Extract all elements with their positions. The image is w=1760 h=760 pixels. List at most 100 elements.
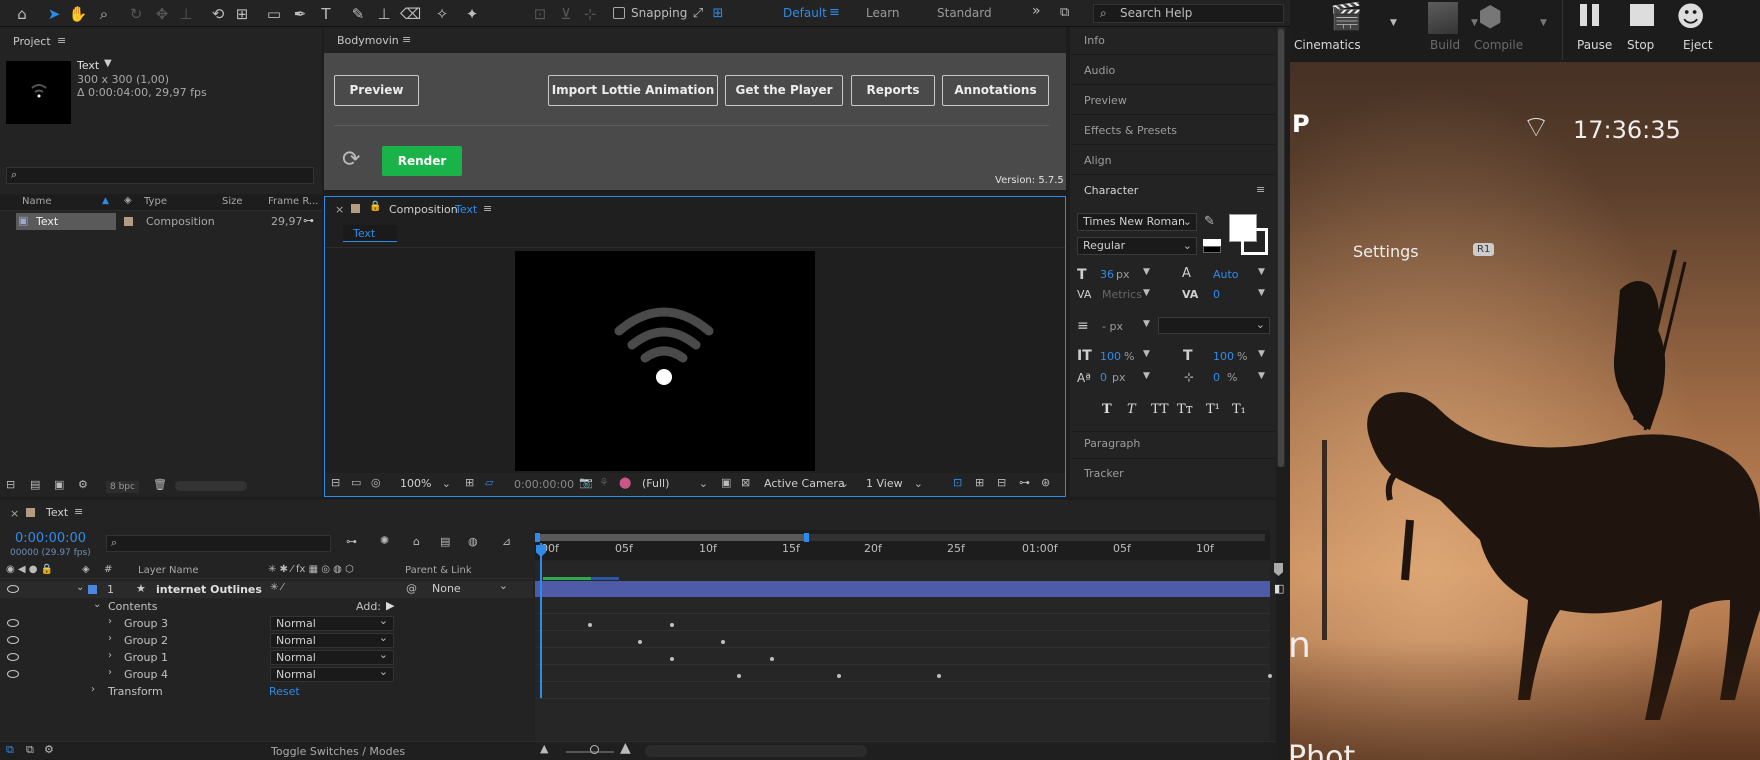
resolution-dropdown[interactable]: (Full) ⌄ (637, 476, 712, 492)
brush-tool-icon[interactable]: ✎ (348, 4, 368, 24)
blend-mode-dropdown[interactable]: Normal (270, 614, 394, 631)
expand-group-icon[interactable]: › (108, 650, 112, 661)
cinematics-dropdown-icon[interactable]: ▼ (1390, 18, 1397, 28)
contents-row[interactable]: ⌄ Contents Add: ▶ (0, 598, 533, 615)
rotate-tool-icon[interactable]: ↻ (126, 4, 146, 24)
views-dropdown[interactable]: 1 View ⌄ (861, 476, 927, 492)
visibility-eye-icon[interactable] (7, 636, 19, 644)
snapshot-icon[interactable]: 📷 (579, 476, 593, 489)
comp-header-name[interactable]: Text (455, 203, 477, 216)
group-row[interactable]: › Group 2 Normal (0, 631, 533, 649)
subscript-icon[interactable]: T₁ (1232, 402, 1246, 417)
roto-brush-icon[interactable]: ✧ (432, 4, 452, 24)
eject-button-label[interactable]: Eject (1683, 38, 1713, 52)
snap-options-icon[interactable]: ⤢ (688, 4, 708, 24)
always-preview-icon[interactable]: ⊟ (331, 476, 340, 489)
keyframe[interactable] (721, 640, 725, 644)
layer-label-swatch[interactable] (88, 585, 97, 594)
item-dropdown-icon[interactable]: ▼ (104, 58, 112, 69)
new-folder-icon[interactable]: ▤ (30, 478, 40, 491)
stroke-style-dropdown[interactable]: ⌄ (1158, 317, 1270, 334)
reset-link[interactable]: Reset (269, 685, 300, 698)
compile-dropdown-icon[interactable]: ▼ (1540, 18, 1547, 28)
tsume-dropdown-icon[interactable]: ▼ (1258, 371, 1265, 381)
compile-icon[interactable]: ⬢ (1478, 0, 1502, 33)
monitor-icon[interactable]: ▭ (351, 476, 361, 489)
visibility-eye-icon[interactable] (7, 670, 19, 678)
axis-view-icon[interactable]: ⊹ (580, 4, 600, 24)
keyframe[interactable] (937, 674, 941, 678)
timeline-horizontal-scrollbar[interactable] (645, 745, 867, 757)
layer-name[interactable]: internet Outlines (156, 583, 262, 596)
camera-dropdown[interactable]: Active Camera ⌄ (759, 476, 853, 492)
annotations-button[interactable]: Annotations (942, 75, 1049, 106)
layer-name-col[interactable]: Layer Name (138, 565, 199, 576)
close-timeline-icon[interactable]: × (10, 507, 19, 520)
eraser-tool-icon[interactable]: ⌫ (400, 4, 421, 24)
exposure-reset-icon[interactable]: ⊛ (1041, 476, 1050, 489)
character-menu-icon[interactable]: ≡ (1256, 183, 1265, 196)
vertical-scale-value[interactable]: 100 (1100, 350, 1121, 363)
build-button-label[interactable]: Build (1430, 38, 1460, 52)
graph-editor-icon[interactable]: ⊿ (502, 535, 511, 548)
timeline-icon[interactable]: ⊟ (997, 476, 1006, 489)
comp-tab[interactable]: Text (343, 225, 397, 242)
refresh-icon[interactable]: ⟳ (342, 147, 360, 172)
group-name[interactable]: Group 1 (124, 651, 168, 664)
leading-dropdown-icon[interactable]: ▼ (1258, 267, 1265, 277)
horizontal-scale-value[interactable]: 100 (1213, 350, 1234, 363)
pan-behind-icon[interactable]: ✥ (152, 4, 172, 24)
kerning-dropdown-icon[interactable]: ▼ (1143, 288, 1150, 298)
stroke-width-value[interactable]: - px (1102, 320, 1123, 333)
pause-button-label[interactable]: Pause (1577, 38, 1612, 52)
comp-mini-flowchart-icon[interactable]: ⊶ (346, 535, 357, 548)
leading-value[interactable]: Auto (1213, 268, 1239, 281)
parent-link-col[interactable]: Parent & Link (405, 565, 472, 576)
layer-switches-icon[interactable]: ✳ ⁄ (270, 582, 283, 593)
work-area-start[interactable] (535, 533, 540, 542)
horizontal-scale-dropdown-icon[interactable]: ▼ (1258, 349, 1265, 359)
get-player-button[interactable]: Get the Player (725, 75, 843, 106)
baseline-shift-value[interactable]: 0 (1100, 371, 1107, 384)
keyframe[interactable] (737, 674, 741, 678)
show-snapshot-icon[interactable]: ⚘ (599, 476, 609, 489)
axis-world-icon[interactable]: ⊻ (556, 4, 576, 24)
home-icon[interactable]: ⌂ (12, 4, 32, 24)
modes-toggle-icon[interactable]: ⧉ (26, 743, 34, 757)
fast-previews-icon[interactable]: ⊞ (975, 476, 984, 489)
layer-switches-toggle-icon[interactable]: ⧉ (6, 743, 14, 757)
small-caps-icon[interactable]: Tт (1177, 402, 1193, 417)
anchor-tool-icon[interactable]: ⊥ (176, 4, 196, 24)
col-size[interactable]: Size (222, 196, 243, 207)
composition-canvas[interactable] (515, 251, 815, 471)
zoom-out-icon[interactable]: ▲ (540, 742, 548, 755)
transform-row[interactable]: › Transform Reset (0, 683, 533, 700)
more-workspaces-icon[interactable]: » (1032, 3, 1041, 19)
comp-timecode[interactable]: 0:00:00:00 (514, 478, 574, 491)
snapping-checkbox[interactable] (613, 7, 625, 19)
workspace-learn[interactable]: Learn (866, 6, 900, 20)
grid-overlay-icon[interactable]: ⊞ (465, 476, 474, 489)
font-family-dropdown[interactable]: Times New Roman ⌄ (1077, 213, 1197, 231)
label-color-swatch[interactable] (124, 217, 133, 226)
keyframe[interactable] (670, 657, 674, 661)
motion-blur-icon[interactable]: ◍ (468, 535, 478, 548)
zoom-slider-handle[interactable] (590, 745, 599, 754)
all-caps-icon[interactable]: TT (1151, 402, 1169, 417)
work-area-end[interactable] (804, 533, 809, 542)
timeline-tab[interactable]: Text (46, 506, 68, 519)
bodymovin-menu-icon[interactable]: ≡ (402, 33, 411, 46)
track-camera-icon[interactable]: ⊞ (232, 4, 252, 24)
stroke-color-swatch[interactable] (1241, 228, 1268, 255)
interpret-footage-icon[interactable]: ⊟ (6, 478, 15, 491)
group-name[interactable]: Group 3 (124, 617, 168, 630)
workspace-menu-icon[interactable]: ≡ (829, 5, 840, 20)
scrollbar-thumb[interactable] (1278, 29, 1284, 467)
compile-button-label[interactable]: Compile (1474, 38, 1523, 52)
superscript-icon[interactable]: T¹ (1206, 402, 1220, 417)
timeline-tracks[interactable] (535, 562, 1272, 740)
fill-white-swatch[interactable] (1203, 239, 1221, 246)
render-time-toggle-icon[interactable]: ⚙ (44, 743, 54, 756)
comp-menu-icon[interactable]: ≡ (483, 202, 492, 215)
faux-bold-icon[interactable]: T (1102, 402, 1112, 417)
